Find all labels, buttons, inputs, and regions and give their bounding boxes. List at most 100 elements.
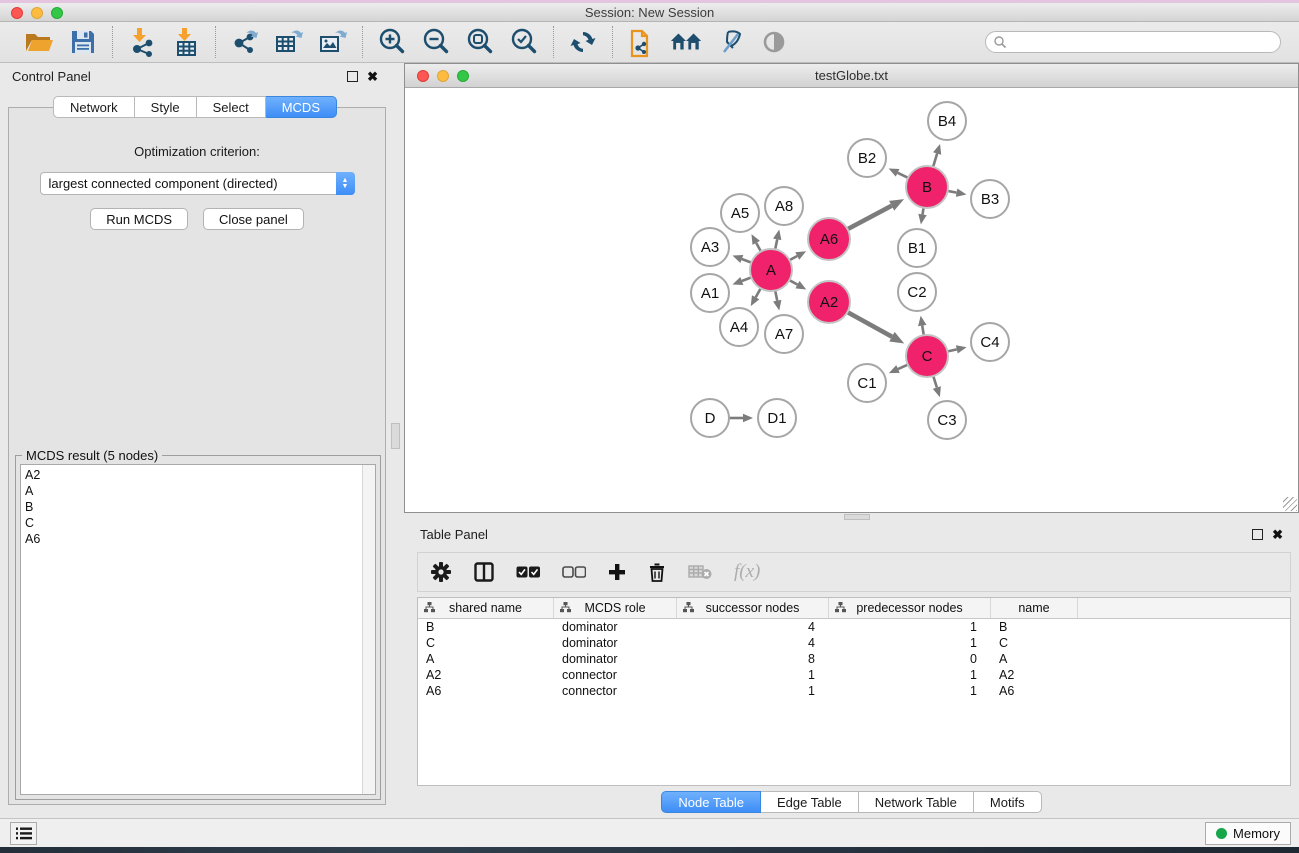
export-network-button[interactable] [228,26,262,58]
result-item[interactable]: A [25,483,371,499]
float-panel-icon[interactable] [347,71,358,82]
table-cell[interactable]: dominator [554,636,677,650]
table-cell[interactable]: B [991,620,1078,634]
table-cell[interactable]: A [991,652,1078,666]
divider-handle[interactable] [391,423,400,449]
tab-style[interactable]: Style [135,96,197,118]
tab-mcds[interactable]: MCDS [266,96,337,118]
table-row[interactable]: Adominator80A [418,651,1290,667]
table-cell[interactable]: 1 [829,668,991,682]
table-cell[interactable]: connector [554,684,677,698]
table-cell[interactable]: 0 [829,652,991,666]
table-row[interactable]: A6connector11A6 [418,683,1290,699]
delete-table-button[interactable] [688,564,712,580]
close-panel-icon[interactable]: ✖ [1272,529,1283,540]
import-table-button[interactable] [169,26,203,58]
table-cell[interactable]: A6 [991,684,1078,698]
table-cell[interactable]: dominator [554,652,677,666]
table-cell[interactable]: 8 [677,652,829,666]
apply-layout-button[interactable] [566,26,600,58]
panel-divider-vertical[interactable] [390,63,404,818]
zoom-window-button[interactable] [51,7,63,19]
import-network-button[interactable] [125,26,159,58]
zoom-in-button[interactable] [375,26,409,58]
zoom-fit-button[interactable] [463,26,497,58]
column-header-shared-name[interactable]: shared name [418,598,554,618]
node-table[interactable]: shared nameMCDS rolesuccessor nodesprede… [417,597,1291,786]
resize-grip-icon[interactable] [1283,497,1297,511]
export-image-button[interactable] [316,26,350,58]
tab-motifs[interactable]: Motifs [974,791,1042,813]
table-cell[interactable]: 1 [829,636,991,650]
search-input[interactable] [1007,35,1280,49]
table-cell[interactable]: 1 [677,684,829,698]
column-layout-button[interactable] [474,562,494,582]
open-session-button[interactable] [22,26,56,58]
result-item[interactable]: C [25,515,371,531]
search-field[interactable] [985,31,1281,53]
close-window-button[interactable] [11,7,23,19]
table-cell[interactable]: 1 [829,684,991,698]
table-settings-button[interactable] [430,561,452,583]
panel-list-button[interactable] [10,822,37,845]
result-item[interactable]: A6 [25,531,371,547]
result-item[interactable]: B [25,499,371,515]
column-header-successor-nodes[interactable]: successor nodes [677,598,829,618]
table-cell[interactable]: C [991,636,1078,650]
table-cell[interactable]: 4 [677,620,829,634]
network-graph[interactable]: B4B2BB3A8A5A6A3B1AC2A1A2A4A7C4CC1DD1C3 [405,89,1298,512]
tab-select[interactable]: Select [197,96,266,118]
column-header-predecessor-nodes[interactable]: predecessor nodes [829,598,991,618]
graph-edge[interactable] [846,311,892,337]
window-controls[interactable] [11,7,63,19]
run-mcds-button[interactable]: Run MCDS [90,208,188,230]
column-header-name[interactable]: name [991,598,1078,618]
table-row[interactable]: Cdominator41C [418,635,1290,651]
table-cell[interactable]: B [418,620,554,634]
add-column-button[interactable] [608,563,626,581]
column-header-MCDS-role[interactable]: MCDS role [554,598,677,618]
close-panel-button[interactable]: Close panel [203,208,304,230]
mcds-result-list[interactable]: A2ABCA6 [20,464,376,795]
close-network-button[interactable] [417,70,429,82]
float-panel-icon[interactable] [1252,529,1263,540]
delete-column-button[interactable] [648,562,666,582]
minimize-window-button[interactable] [31,7,43,19]
divider-handle[interactable] [844,514,870,520]
export-table-button[interactable] [272,26,306,58]
annotation-pen-button[interactable] [713,26,747,58]
select-all-columns-button[interactable] [516,566,540,578]
table-cell[interactable]: A [418,652,554,666]
clone-network-button[interactable] [625,26,659,58]
table-row[interactable]: Bdominator41B [418,619,1290,635]
zoom-out-button[interactable] [419,26,453,58]
result-item[interactable]: A2 [25,467,371,483]
function-builder-button[interactable]: f(x) [734,561,760,583]
table-cell[interactable]: A2 [991,668,1078,682]
zoom-selected-button[interactable] [507,26,541,58]
table-row[interactable]: A2connector11A2 [418,667,1290,683]
tab-node-table[interactable]: Node Table [661,791,761,813]
table-cell[interactable]: A6 [418,684,554,698]
deselect-all-columns-button[interactable] [562,566,586,578]
network-canvas[interactable]: B4B2BB3A8A5A6A3B1AC2A1A2A4A7C4CC1DD1C3 [405,89,1298,512]
tab-network[interactable]: Network [53,96,135,118]
network-window-titlebar[interactable]: testGlobe.txt [405,64,1298,88]
table-cell[interactable]: connector [554,668,677,682]
minimize-network-button[interactable] [437,70,449,82]
criterion-select[interactable]: largest connected component (directed) ▲… [40,172,355,195]
table-cell[interactable]: A2 [418,668,554,682]
table-cell[interactable]: 1 [829,620,991,634]
table-cell[interactable]: dominator [554,620,677,634]
table-cell[interactable]: 1 [677,668,829,682]
panel-divider-horizontal[interactable] [404,513,1299,521]
show-details-button[interactable] [757,26,791,58]
result-scrollbar[interactable] [362,465,375,794]
session-titlebar[interactable]: Session: New Session [0,3,1299,22]
table-cell[interactable]: C [418,636,554,650]
save-session-button[interactable] [66,26,100,58]
table-cell[interactable]: 4 [677,636,829,650]
graph-edge[interactable] [846,206,892,230]
network-window-controls[interactable] [417,70,469,82]
first-neighbors-button[interactable] [669,26,703,58]
